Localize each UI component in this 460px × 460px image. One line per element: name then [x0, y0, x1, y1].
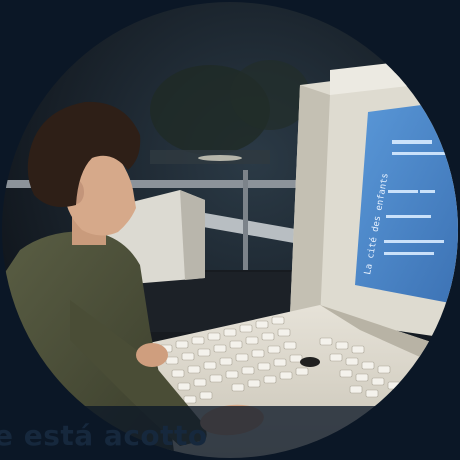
caption-bar: e está acotto: [0, 406, 460, 460]
trackball: [300, 357, 320, 367]
ceiling-light: [198, 155, 242, 161]
boy-hand-left: [136, 343, 168, 367]
caption-text: e está acotto: [0, 419, 208, 452]
photo-frame: La cité des enfants e está acotto: [0, 0, 460, 460]
profile-photo: La cité des enfants: [0, 0, 460, 460]
